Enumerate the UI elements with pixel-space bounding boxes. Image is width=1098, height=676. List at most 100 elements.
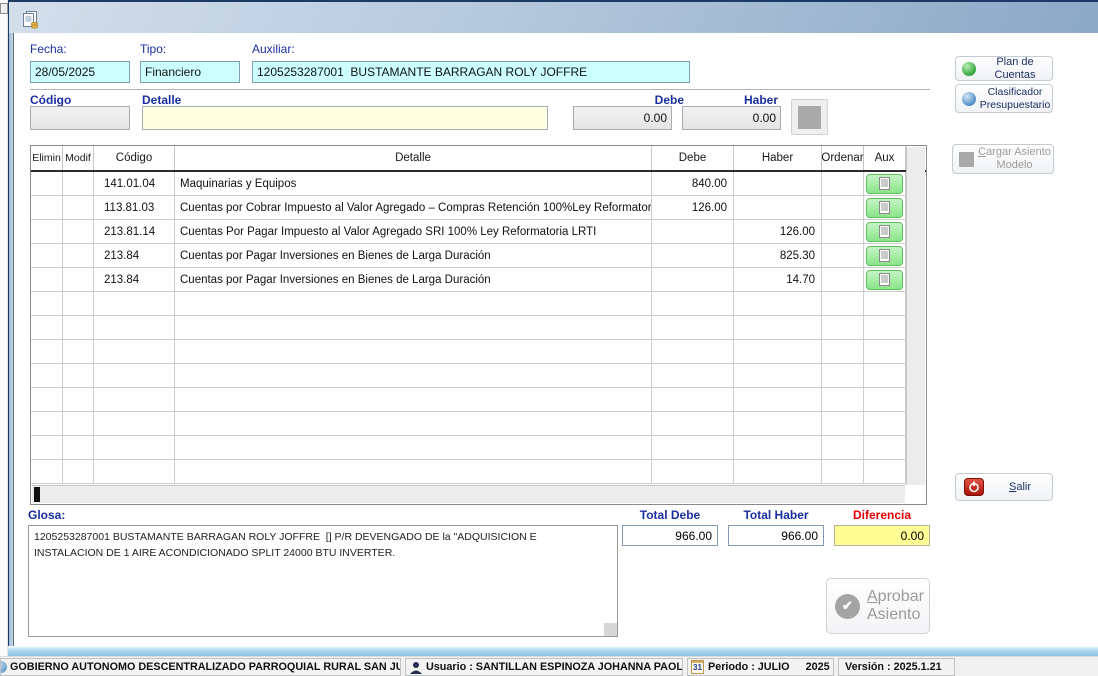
aux-detail-button[interactable] xyxy=(866,174,903,194)
anio-text: 2025 xyxy=(806,661,830,673)
cell-elimin[interactable] xyxy=(31,220,63,244)
cell-codigo: 141.01.04 xyxy=(94,172,175,196)
cell-codigo: 213.81.14 xyxy=(94,220,175,244)
grid-horizontal-scrollbar[interactable] xyxy=(32,485,905,503)
status-panel-periodo: 31 Periodo : JULIO 2025 xyxy=(687,658,834,676)
entidad-text: GOBIERNO AUTONOMO DESCENTRALIZADO PARROQ… xyxy=(10,661,401,673)
cell-codigo: 213.84 xyxy=(94,244,175,268)
report-document-icon[interactable] xyxy=(22,11,39,29)
scrollbar-thumb[interactable] xyxy=(34,487,40,502)
aux-detail-button[interactable] xyxy=(866,198,903,218)
table-row-empty xyxy=(31,436,926,460)
cell-detalle: Cuentas Por Pagar Impuesto al Valor Agre… xyxy=(175,220,652,244)
aux-detail-button[interactable] xyxy=(866,270,903,290)
grid-vertical-scrollbar[interactable] xyxy=(906,147,925,485)
tipo-input[interactable] xyxy=(140,61,240,83)
cell-aux xyxy=(864,196,906,220)
usuario-text: Usuario : SANTILLAN ESPINOZA JOHANNA PAO… xyxy=(426,661,683,673)
col-header-codigo: Código xyxy=(94,146,175,170)
table-row-empty xyxy=(31,316,926,340)
detalle-entry-input[interactable] xyxy=(142,106,548,130)
table-row: 113.81.03 Cuentas por Cobrar Impuesto al… xyxy=(31,196,926,220)
cell-modif[interactable] xyxy=(63,220,94,244)
cargar-asiento-label: Cargar Asiento Modelo xyxy=(976,146,1053,171)
table-row-empty xyxy=(31,412,926,436)
tipo-label: Tipo: xyxy=(140,42,166,56)
cell-detalle: Cuentas por Cobrar Impuesto al Valor Agr… xyxy=(175,196,652,220)
cell-elimin[interactable] xyxy=(31,196,63,220)
cell-ordenar xyxy=(822,268,864,292)
cell-elimin[interactable] xyxy=(31,268,63,292)
aux-detail-button[interactable] xyxy=(866,246,903,266)
col-header-modif: Modif xyxy=(63,146,94,170)
cell-debe: 126.00 xyxy=(652,196,734,220)
status-bar: GOBIERNO AUTONOMO DESCENTRALIZADO PARROQ… xyxy=(0,656,1098,676)
status-panel-version: Versión : 2025.1.21 xyxy=(838,658,955,676)
auxiliar-input[interactable] xyxy=(252,61,690,83)
cell-modif[interactable] xyxy=(63,268,94,292)
cell-detalle: Maquinarias y Equipos xyxy=(175,172,652,196)
cell-ordenar xyxy=(822,220,864,244)
cell-elimin[interactable] xyxy=(31,172,63,196)
detalle-label: Detalle xyxy=(142,93,181,107)
col-header-debe: Debe xyxy=(652,146,734,170)
salir-button[interactable]: Salir xyxy=(955,473,1053,501)
glosa-textarea[interactable]: 1205253287001 BUSTAMANTE BARRAGAN ROLY J… xyxy=(28,525,618,637)
table-row-empty xyxy=(31,364,926,388)
haber-entry-input[interactable] xyxy=(682,106,781,130)
cell-detalle: Cuentas por Pagar Inversiones en Bienes … xyxy=(175,268,652,292)
total-haber-field xyxy=(728,525,824,546)
cell-aux xyxy=(864,172,906,196)
table-row: 141.01.04 Maquinarias y Equipos 840.00 xyxy=(31,172,926,196)
cell-haber: 14.70 xyxy=(734,268,822,292)
cell-modif[interactable] xyxy=(63,244,94,268)
codigo-label: Código xyxy=(30,93,71,107)
document-icon xyxy=(879,273,890,286)
cell-modif[interactable] xyxy=(63,196,94,220)
cell-detalle: Cuentas por Pagar Inversiones en Bienes … xyxy=(175,244,652,268)
power-icon xyxy=(964,478,984,496)
total-debe-field xyxy=(622,525,718,546)
window-bottom-border xyxy=(8,646,1098,656)
clasificador-label: Clasificador Presupuestario xyxy=(978,86,1052,110)
table-row-empty xyxy=(31,340,926,364)
green-sphere-icon xyxy=(962,62,976,76)
haber-label: Haber xyxy=(694,93,778,107)
glosa-label: Glosa: xyxy=(28,508,65,522)
cell-modif[interactable] xyxy=(63,172,94,196)
table-row-empty xyxy=(31,292,926,316)
col-header-elimin: Elimin xyxy=(31,146,63,170)
cell-elimin[interactable] xyxy=(31,244,63,268)
cell-codigo: 113.81.03 xyxy=(94,196,175,220)
cell-aux xyxy=(864,268,906,292)
table-row: 213.84 Cuentas por Pagar Inversiones en … xyxy=(31,268,926,292)
cell-debe xyxy=(652,220,734,244)
cell-debe: 840.00 xyxy=(652,172,734,196)
col-header-haber: Haber xyxy=(734,146,822,170)
table-row: 213.81.14 Cuentas Por Pagar Impuesto al … xyxy=(31,220,926,244)
check-circle-icon: ✔ xyxy=(835,594,860,619)
aux-detail-button[interactable] xyxy=(866,222,903,242)
col-header-aux: Aux xyxy=(864,146,906,170)
cell-haber xyxy=(734,196,822,220)
calendar-icon: 31 xyxy=(691,660,704,674)
fecha-input[interactable] xyxy=(30,61,130,83)
grid-header-row: Elimin Modif Código Detalle Debe Haber O… xyxy=(31,146,926,172)
cargar-asiento-modelo-button[interactable]: Cargar Asiento Modelo xyxy=(952,144,1054,174)
glosa-scroll-corner xyxy=(604,623,617,636)
fecha-label: Fecha: xyxy=(30,42,67,56)
cell-ordenar xyxy=(822,196,864,220)
aprobar-asiento-button[interactable]: ✔ Aprobar Asiento xyxy=(826,578,930,634)
user-icon xyxy=(410,661,422,674)
plan-de-cuentas-button[interactable]: Plan de Cuentas xyxy=(955,56,1053,81)
entity-sphere-icon xyxy=(0,661,7,673)
version-text: Versión : 2025.1.21 xyxy=(845,661,942,673)
gray-square-icon xyxy=(959,152,974,167)
debe-entry-input[interactable] xyxy=(573,106,672,130)
clasificador-presupuestario-button[interactable]: Clasificador Presupuestario xyxy=(955,84,1053,113)
cell-haber: 825.30 xyxy=(734,244,822,268)
codigo-entry-input[interactable] xyxy=(30,106,130,130)
document-icon xyxy=(879,249,890,262)
asiento-window: Fecha: Tipo: Auxiliar: Código Detalle De… xyxy=(0,0,1098,676)
add-line-button[interactable] xyxy=(791,99,828,135)
